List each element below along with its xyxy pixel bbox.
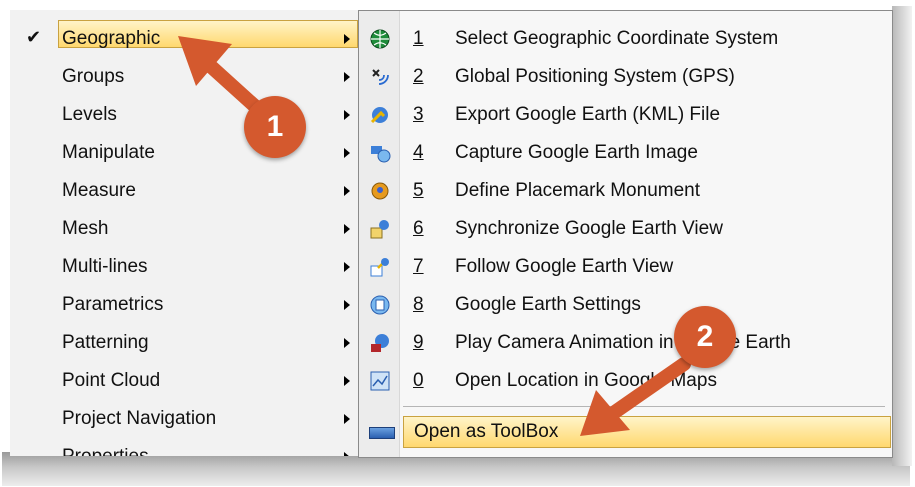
callout-arrows xyxy=(178,36,691,436)
callout-arrow-2 xyxy=(580,357,691,436)
callout-badge-1: 1 xyxy=(244,96,306,158)
callout-badge-2: 2 xyxy=(674,306,736,368)
